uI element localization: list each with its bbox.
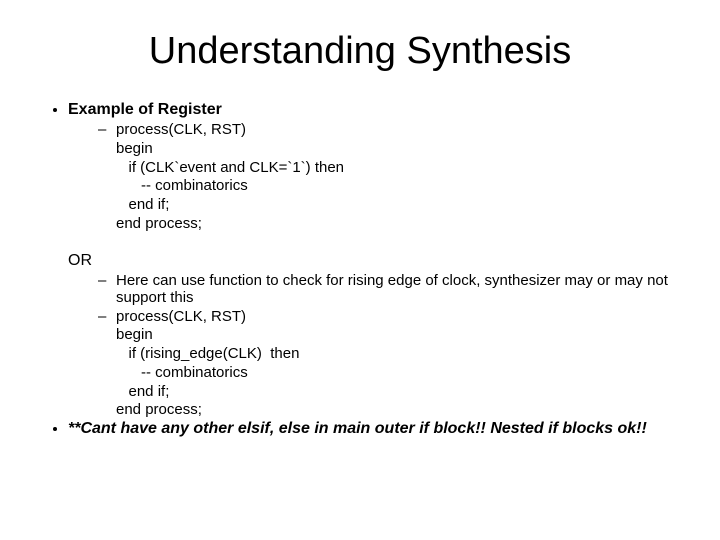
code-line: -- combinatorics — [116, 177, 248, 194]
code-line: end if; — [116, 196, 169, 213]
code-line: end process; — [116, 401, 202, 418]
code-block-1: process(CLK, RST) begin if (CLK`event an… — [116, 121, 680, 234]
slide: Understanding Synthesis Example of Regis… — [0, 0, 720, 540]
code-line: process(CLK, RST) — [116, 308, 246, 325]
code-item-2: process(CLK, RST) begin if (rising_edge(… — [98, 308, 680, 421]
code-line: end if; — [116, 383, 169, 400]
bullet-list-3: **Cant have any other elsif, else in mai… — [40, 420, 680, 438]
code-line: begin — [116, 140, 153, 157]
code-line: if (rising_edge(CLK) then — [116, 345, 299, 362]
sub-list-1: process(CLK, RST) begin if (CLK`event an… — [68, 121, 680, 234]
code-line: if (CLK`event and CLK=`1`) then — [116, 159, 344, 176]
rising-edge-note: Here can use function to check for risin… — [98, 272, 680, 306]
code-line: -- combinatorics — [116, 364, 248, 381]
slide-title: Understanding Synthesis — [40, 30, 680, 73]
warning-bullet: **Cant have any other elsif, else in mai… — [68, 420, 680, 438]
or-label: OR — [68, 252, 680, 270]
bullet-list-2-wrap: Here can use function to check for risin… — [40, 272, 680, 421]
code-item-1: process(CLK, RST) begin if (CLK`event an… — [98, 121, 680, 234]
section-heading-text: Example of Register — [68, 101, 222, 118]
bullet-list-1: Example of Register process(CLK, RST) be… — [40, 101, 680, 234]
code-block-2: process(CLK, RST) begin if (rising_edge(… — [116, 308, 680, 421]
code-line: process(CLK, RST) — [116, 121, 246, 138]
code-line: end process; — [116, 215, 202, 232]
section-heading: Example of Register process(CLK, RST) be… — [68, 101, 680, 234]
code-line: begin — [116, 326, 153, 343]
sub-list-2: Here can use function to check for risin… — [68, 272, 680, 421]
